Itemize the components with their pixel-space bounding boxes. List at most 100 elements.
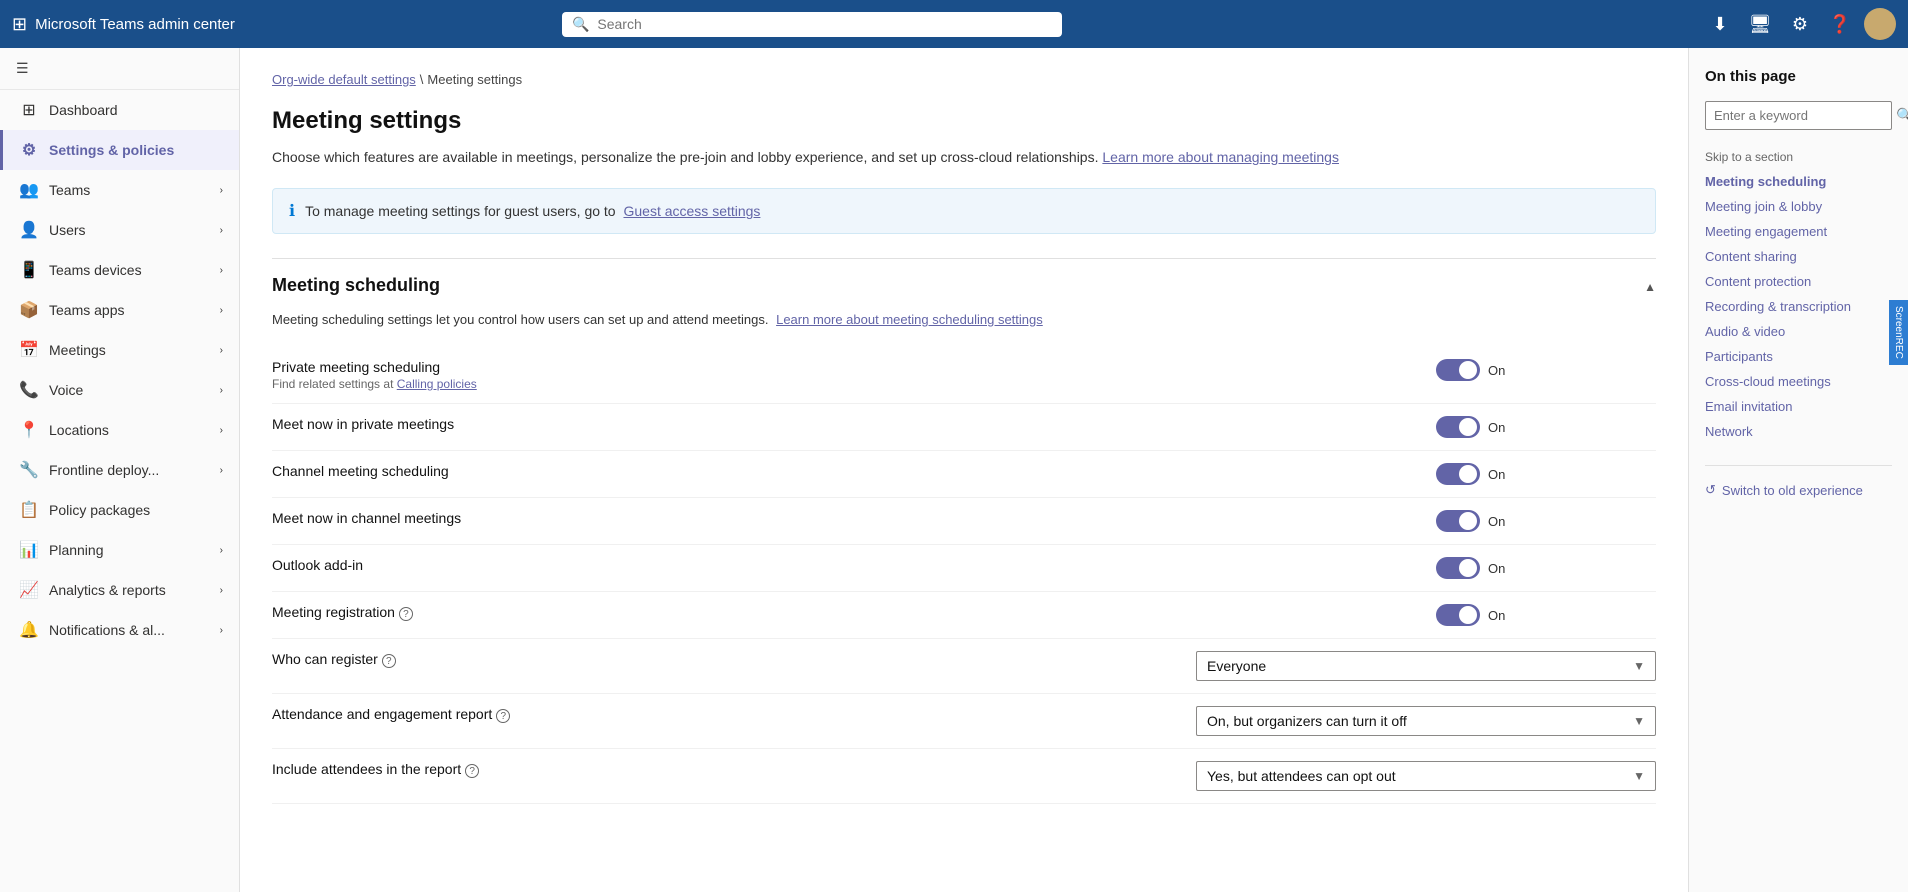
setting-label-attendance-engagement-report: Attendance and engagement report? <box>272 706 1180 723</box>
sidebar-item-dashboard[interactable]: ⊞ Dashboard <box>0 90 239 130</box>
nav-label-dashboard: Dashboard <box>49 102 223 118</box>
breadcrumb-separator: \ <box>420 72 424 87</box>
dropdown-who-can-register[interactable]: Everyone ▼ <box>1196 651 1656 681</box>
info-icon-meeting-registration[interactable]: ? <box>399 607 413 621</box>
sidebar-item-settings-policies[interactable]: ⚙ Settings & policies <box>0 130 239 170</box>
keyword-search[interactable]: 🔍 <box>1705 101 1892 130</box>
nav-label-teams-apps: Teams apps <box>49 302 210 318</box>
toggle-private-meeting-scheduling[interactable] <box>1436 359 1480 381</box>
sidebar-item-notifications[interactable]: 🔔 Notifications & al... › <box>0 610 239 650</box>
guest-access-link[interactable]: Guest access settings <box>623 203 760 219</box>
toggle-slider-meet-now-private <box>1436 416 1480 438</box>
page-link-meeting-scheduling[interactable]: Meeting scheduling <box>1705 172 1892 191</box>
toggle-outlook-addin[interactable] <box>1436 557 1480 579</box>
menu-icon: ☰ <box>16 60 29 77</box>
sidebar-item-analytics-reports[interactable]: 📈 Analytics & reports › <box>0 570 239 610</box>
nav-icon-voice: 📞 <box>19 380 39 400</box>
toggle-meet-now-channel[interactable] <box>1436 510 1480 532</box>
topbar: ⊞ Microsoft Teams admin center 🔍 ⬇ 🖥 ⚙ ❓ <box>0 0 1908 48</box>
page-link-network[interactable]: Network <box>1705 422 1892 441</box>
breadcrumb-parent[interactable]: Org-wide default settings <box>272 72 416 87</box>
info-icon-who-can-register[interactable]: ? <box>382 654 396 668</box>
nav-chevron-teams-devices: › <box>220 265 223 276</box>
setting-row-meet-now-private: Meet now in private meetings On <box>272 404 1656 451</box>
page-link-participants[interactable]: Participants <box>1705 347 1892 366</box>
nav-icon-teams-devices: 📱 <box>19 260 39 280</box>
toggle-text-outlook-addin: On <box>1488 561 1505 576</box>
toggle-meet-now-private[interactable] <box>1436 416 1480 438</box>
dropdown-chevron-include-attendees-report: ▼ <box>1633 769 1645 783</box>
sidebar-item-locations[interactable]: 📍 Locations › <box>0 410 239 450</box>
setting-row-outlook-addin: Outlook add-in On <box>272 545 1656 592</box>
setting-row-meet-now-channel: Meet now in channel meetings On <box>272 498 1656 545</box>
info-icon-attendance-engagement-report[interactable]: ? <box>496 709 510 723</box>
info-icon-include-attendees-report[interactable]: ? <box>465 764 479 778</box>
nav-icon-policy-packages: 📋 <box>19 500 39 520</box>
sidebar-item-frontline-deploy[interactable]: 🔧 Frontline deploy... › <box>0 450 239 490</box>
setting-row-who-can-register: Who can register? Everyone ▼ <box>272 639 1656 694</box>
setting-control-meet-now-channel: On <box>1436 510 1656 532</box>
keyword-input[interactable] <box>1714 108 1890 123</box>
sidebar-item-teams-devices[interactable]: 📱 Teams devices › <box>0 250 239 290</box>
sidebar-item-teams-apps[interactable]: 📦 Teams apps › <box>0 290 239 330</box>
toggle-slider-outlook-addin <box>1436 557 1480 579</box>
meeting-scheduling-section: Meeting scheduling Meeting scheduling se… <box>272 258 1656 804</box>
sidebar-item-policy-packages[interactable]: 📋 Policy packages <box>0 490 239 530</box>
app-title: Microsoft Teams admin center <box>35 16 235 33</box>
sidebar-item-planning[interactable]: 📊 Planning › <box>0 530 239 570</box>
setting-control-include-attendees-report: Yes, but attendees can opt out ▼ <box>1196 761 1656 791</box>
topbar-actions: ⬇ 🖥 ⚙ ❓ <box>1704 8 1896 40</box>
sidebar-item-voice[interactable]: 📞 Voice › <box>0 370 239 410</box>
page-link-cross-cloud-meetings[interactable]: Cross-cloud meetings <box>1705 372 1892 391</box>
nav-chevron-voice: › <box>220 385 223 396</box>
search-input[interactable] <box>597 16 1052 32</box>
nav-icon-dashboard: ⊞ <box>19 100 39 120</box>
sidebar-item-meetings[interactable]: 📅 Meetings › <box>0 330 239 370</box>
screenrec-badge[interactable]: ScreenREC <box>1889 300 1908 365</box>
screen-icon[interactable]: 🖥 <box>1744 8 1776 40</box>
toggle-meeting-registration[interactable] <box>1436 604 1480 626</box>
page-link-email-invitation[interactable]: Email invitation <box>1705 397 1892 416</box>
grid-icon[interactable]: ⊞ <box>12 14 27 35</box>
switch-label: Switch to old experience <box>1722 483 1863 498</box>
nav-icon-teams-apps: 📦 <box>19 300 39 320</box>
setting-row-private-meeting-scheduling: Private meeting scheduling Find related … <box>272 347 1656 404</box>
learn-more-link[interactable]: Learn more about managing meetings <box>1102 149 1339 165</box>
nav-icon-analytics-reports: 📈 <box>19 580 39 600</box>
sublabel-link-private-meeting-scheduling[interactable]: Calling policies <box>397 377 477 391</box>
toggle-slider-private-meeting-scheduling <box>1436 359 1480 381</box>
page-link-meeting-join-lobby[interactable]: Meeting join & lobby <box>1705 197 1892 216</box>
app-logo: ⊞ Microsoft Teams admin center <box>12 14 235 35</box>
toggle-text-meet-now-channel: On <box>1488 514 1505 529</box>
breadcrumb: Org-wide default settings \ Meeting sett… <box>272 72 1656 87</box>
page-link-content-protection[interactable]: Content protection <box>1705 272 1892 291</box>
scheduling-learn-more[interactable]: Learn more about meeting scheduling sett… <box>776 312 1043 327</box>
toggle-channel-meeting-scheduling[interactable] <box>1436 463 1480 485</box>
page-link-audio-video[interactable]: Audio & video <box>1705 322 1892 341</box>
settings-icon[interactable]: ⚙ <box>1784 8 1816 40</box>
setting-control-private-meeting-scheduling: On <box>1436 359 1656 381</box>
setting-label-who-can-register: Who can register? <box>272 651 1180 668</box>
section-header[interactable]: Meeting scheduling <box>272 259 1656 312</box>
search-bar[interactable]: 🔍 <box>562 12 1062 37</box>
nav-chevron-teams-apps: › <box>220 305 223 316</box>
toggle-slider-meeting-registration <box>1436 604 1480 626</box>
help-icon[interactable]: ❓ <box>1824 8 1856 40</box>
nav-chevron-locations: › <box>220 425 223 436</box>
dropdown-attendance-engagement-report[interactable]: On, but organizers can turn it off ▼ <box>1196 706 1656 736</box>
breadcrumb-current: Meeting settings <box>427 72 522 87</box>
nav-icon-planning: 📊 <box>19 540 39 560</box>
sidebar-toggle[interactable]: ☰ <box>0 48 239 90</box>
sidebar-item-users[interactable]: 👤 Users › <box>0 210 239 250</box>
page-link-meeting-engagement[interactable]: Meeting engagement <box>1705 222 1892 241</box>
page-link-content-sharing[interactable]: Content sharing <box>1705 247 1892 266</box>
sidebar-item-teams[interactable]: 👥 Teams › <box>0 170 239 210</box>
setting-label-meet-now-channel: Meet now in channel meetings <box>272 510 1420 526</box>
download-icon[interactable]: ⬇ <box>1704 8 1736 40</box>
switch-old-experience[interactable]: ↺ Switch to old experience <box>1705 465 1892 498</box>
toggle-text-private-meeting-scheduling: On <box>1488 363 1505 378</box>
dropdown-include-attendees-report[interactable]: Yes, but attendees can opt out ▼ <box>1196 761 1656 791</box>
user-avatar[interactable] <box>1864 8 1896 40</box>
page-link-recording-transcription[interactable]: Recording & transcription <box>1705 297 1892 316</box>
skip-label: Skip to a section <box>1705 150 1892 164</box>
